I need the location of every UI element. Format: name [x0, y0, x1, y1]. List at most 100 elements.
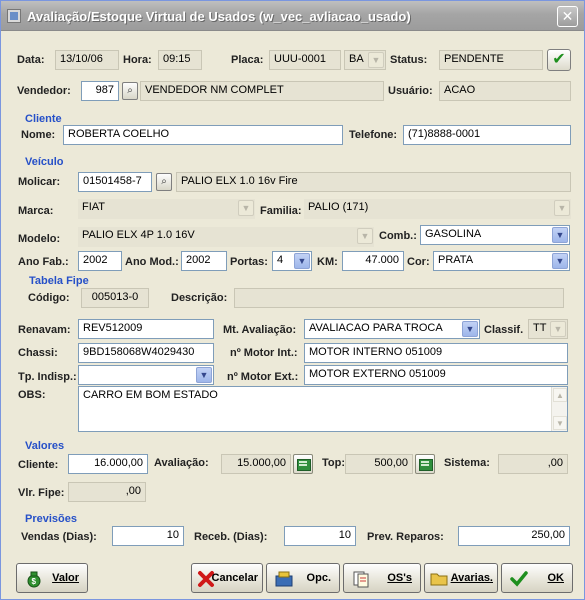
- section-tabela-fipe: Tabela Fipe: [29, 275, 89, 287]
- os-button[interactable]: OS's: [343, 563, 421, 593]
- comb-select[interactable]: GASOLINA ▼: [420, 225, 570, 245]
- valor-avaliacao-label: Avaliação:: [154, 457, 209, 469]
- chevron-down-icon: ▼: [294, 253, 310, 269]
- valor-cliente-label: Cliente:: [18, 459, 59, 471]
- telefone-label: Telefone:: [349, 129, 398, 141]
- classif-value: TT: [533, 322, 547, 334]
- ok-button[interactable]: OK: [501, 563, 573, 593]
- molicar-lookup-button[interactable]: ⌕: [156, 173, 172, 191]
- vendedor-label: Vendedor:: [17, 85, 71, 97]
- motor-int-label: nº Motor Int.:: [230, 347, 298, 359]
- calculator-icon[interactable]: [293, 454, 313, 474]
- obs-label: OBS:: [18, 389, 46, 401]
- vendas-dias-input[interactable]: 10: [112, 526, 184, 546]
- cancelar-button[interactable]: Cancelar: [191, 563, 263, 593]
- anomod-input[interactable]: 2002: [181, 251, 227, 271]
- renavam-input[interactable]: REV512009: [78, 319, 214, 339]
- opc-button[interactable]: Opc.: [266, 563, 340, 593]
- chassi-input[interactable]: 9BD158068W4029430: [78, 343, 214, 363]
- modelo-label: Modelo:: [18, 233, 61, 245]
- tp-indisp-select[interactable]: ▼: [78, 365, 214, 385]
- chevron-down-icon: ▼: [357, 228, 373, 244]
- valor-sistema-field: ,00: [498, 454, 568, 474]
- marca-value: FIAT: [82, 201, 106, 213]
- motor-ext-label: nº Motor Ext.:: [227, 371, 299, 383]
- placa-field: UUU-0001: [269, 50, 341, 70]
- usuario-label: Usuário:: [388, 85, 433, 97]
- familia-label: Familia:: [260, 205, 302, 217]
- anofab-input[interactable]: 2002: [78, 251, 122, 271]
- title-bar[interactable]: Avaliação/Estoque Virtual de Usados (w_v…: [1, 1, 584, 31]
- scroll-up-icon[interactable]: ▲: [553, 388, 567, 402]
- telefone-input[interactable]: (71)8888-0001: [403, 125, 571, 145]
- calculator-icon[interactable]: [415, 454, 435, 474]
- prev-reparos-label: Prev. Reparos:: [367, 531, 444, 543]
- anofab-label: Ano Fab.:: [18, 256, 69, 268]
- close-button[interactable]: ✕: [557, 6, 578, 27]
- chevron-down-icon: ▼: [554, 200, 570, 216]
- check-icon: [510, 570, 528, 588]
- chevron-down-icon: ▼: [552, 227, 568, 243]
- confirm-status-button[interactable]: ✔: [547, 49, 571, 71]
- obs-textarea[interactable]: CARRO EM BOM ESTADO ▲ ▼: [78, 386, 568, 432]
- vendedor-name-field: VENDEDOR NM COMPLET: [140, 81, 384, 101]
- status-label: Status:: [390, 54, 428, 66]
- chevron-down-icon: ▼: [238, 200, 254, 216]
- portas-select[interactable]: 4 ▼: [272, 251, 312, 271]
- marca-select[interactable]: FIAT ▼: [78, 199, 255, 219]
- descricao-field: [234, 288, 564, 308]
- valor-fipe-field: ,00: [68, 482, 146, 502]
- codigo-field: 005013-0: [81, 288, 149, 308]
- chassi-label: Chassi:: [18, 347, 58, 359]
- placa-label: Placa:: [231, 54, 264, 66]
- classif-select[interactable]: TT ▼: [528, 319, 568, 339]
- window-title: Avaliação/Estoque Virtual de Usados (w_v…: [27, 9, 411, 24]
- obs-scrollbar[interactable]: ▲ ▼: [551, 387, 567, 431]
- nome-input[interactable]: ROBERTA COELHO: [63, 125, 343, 145]
- options-icon: [275, 570, 293, 588]
- receb-dias-input[interactable]: 10: [284, 526, 356, 546]
- section-valores: Valores: [25, 440, 65, 452]
- vendedor-lookup-button[interactable]: ⌕: [122, 82, 138, 100]
- vendedor-code-input[interactable]: 987: [81, 81, 119, 101]
- vendas-dias-label: Vendas (Dias):: [21, 531, 97, 543]
- prev-reparos-input[interactable]: 250,00: [458, 526, 570, 546]
- molicar-desc-field: PALIO ELX 1.0 16v Fire: [176, 172, 571, 192]
- cancelar-button-label: Cancelar: [211, 572, 258, 584]
- familia-value: PALIO (171): [308, 201, 369, 213]
- uf-select[interactable]: BA ▼: [344, 50, 386, 70]
- marca-label: Marca:: [18, 205, 54, 217]
- mt-avaliacao-select[interactable]: AVALIACAO PARA TROCA ▼: [304, 319, 480, 339]
- motor-int-input[interactable]: MOTOR INTERNO 051009: [304, 343, 568, 363]
- renavam-label: Renavam:: [18, 324, 71, 336]
- codigo-label: Código:: [28, 292, 70, 304]
- check-icon: ✔: [552, 51, 566, 68]
- comb-label: Comb.:: [379, 230, 417, 242]
- molicar-code-input[interactable]: 01501458-7: [78, 172, 152, 192]
- comb-value: GASOLINA: [425, 228, 482, 240]
- valor-cliente-input[interactable]: 16.000,00: [68, 454, 148, 474]
- classif-label: Classif.: [484, 324, 524, 336]
- valor-sistema-label: Sistema:: [444, 457, 490, 469]
- portas-label: Portas:: [230, 256, 268, 268]
- mt-avaliacao-label: Mt. Avaliação:: [223, 324, 297, 336]
- hora-field: 09:15: [158, 50, 202, 70]
- opc-button-label: Opc.: [306, 572, 331, 584]
- modelo-select[interactable]: PALIO ELX 4P 1.0 16V ▼: [78, 227, 374, 247]
- usuario-field: ACAO: [439, 81, 571, 101]
- motor-ext-input[interactable]: MOTOR EXTERNO 051009: [304, 365, 568, 385]
- chevron-down-icon: ▼: [552, 253, 568, 269]
- cor-select[interactable]: PRATA ▼: [433, 251, 570, 271]
- os-button-label: OS's: [387, 572, 412, 584]
- portas-value: 4: [277, 254, 284, 266]
- svg-text:$: $: [32, 577, 37, 586]
- avarias-button[interactable]: Avarias.: [424, 563, 498, 593]
- section-cliente: Cliente: [25, 113, 62, 125]
- valor-button[interactable]: $ Valor: [16, 563, 88, 593]
- tp-indisp-label: Tp. Indisp.:: [18, 371, 77, 383]
- familia-select[interactable]: PALIO (171) ▼: [304, 199, 571, 219]
- status-field: PENDENTE: [439, 50, 543, 70]
- scroll-down-icon[interactable]: ▼: [553, 416, 567, 430]
- data-field: 13/10/06: [55, 50, 119, 70]
- km-input[interactable]: 47.000: [342, 251, 404, 271]
